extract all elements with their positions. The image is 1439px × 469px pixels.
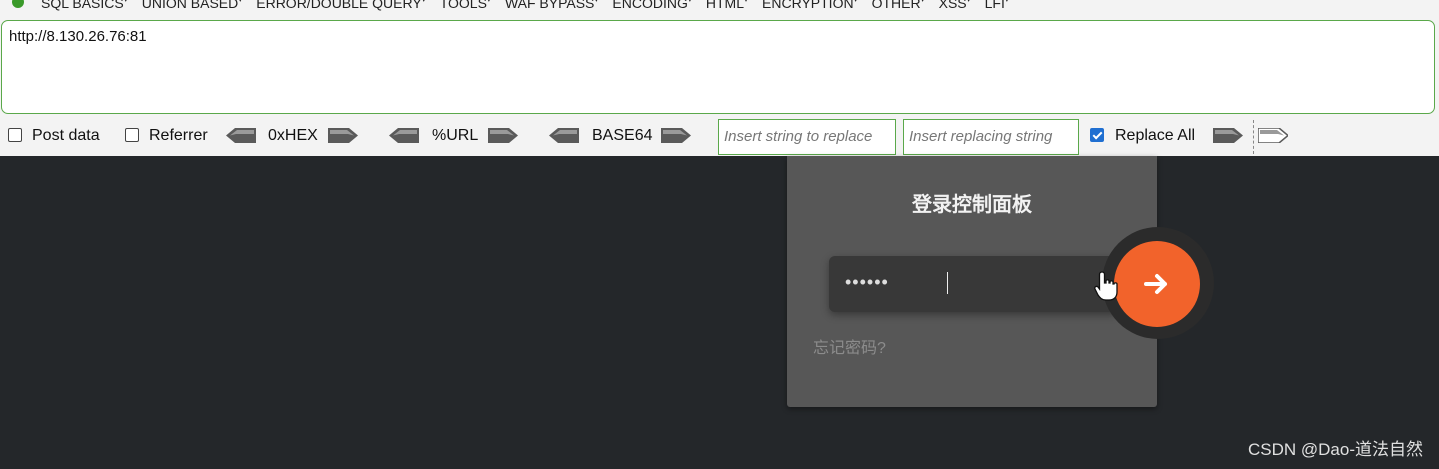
menu-encryption[interactable]: ENCRYPTION — [762, 0, 858, 11]
arrow-right-icon — [1144, 274, 1167, 294]
menu-tools[interactable]: TOOLS — [440, 0, 491, 11]
url-label: %URL — [432, 127, 479, 144]
login-submit-button[interactable] — [1114, 241, 1200, 327]
text-caret — [947, 272, 948, 294]
password-field[interactable]: •••••• — [829, 256, 1119, 312]
hex-decode-arrow-icon[interactable] — [226, 128, 256, 143]
url-value: http://8.130.26.76:81 — [9, 28, 147, 45]
forgot-password-link[interactable]: 忘记密码? — [813, 334, 886, 358]
url-encode-arrow-icon[interactable] — [488, 128, 518, 143]
base64-decode-arrow-icon[interactable] — [549, 128, 579, 143]
post-data-label: Post data — [32, 127, 100, 144]
replace-apply-arrow-icon[interactable] — [1213, 128, 1243, 143]
post-data-checkbox[interactable] — [8, 128, 22, 142]
menu-union-based[interactable]: UNION BASED — [142, 0, 242, 11]
replace-all-label: Replace All — [1115, 127, 1196, 144]
menu-lfi[interactable]: LFI — [985, 0, 1009, 11]
menu-encoding[interactable]: ENCODING — [612, 0, 691, 11]
replace-all-checkbox[interactable] — [1090, 128, 1104, 142]
menu-items: SQL BASICS UNION BASED ERROR/DOUBLE QUER… — [41, 0, 1009, 11]
referrer-label: Referrer — [149, 127, 208, 144]
menu-html[interactable]: HTML — [706, 0, 748, 11]
hackbar-toolbar: SQL BASICS UNION BASED ERROR/DOUBLE QUER… — [0, 0, 1439, 156]
csdn-watermark: CSDN @Dao-道法自然 — [1248, 440, 1423, 459]
password-value: •••••• — [845, 272, 889, 292]
base64-label: BASE64 — [592, 127, 653, 144]
menu-error-double-query[interactable]: ERROR/DOUBLE QUERY — [256, 0, 425, 11]
menu-waf-bypass[interactable]: WAF BYPASS — [505, 0, 598, 11]
url-decode-arrow-icon[interactable] — [389, 128, 419, 143]
hex-encode-arrow-icon[interactable] — [328, 128, 358, 143]
login-title: 登录控制面板 — [912, 194, 1032, 216]
hackbar-logo-icon — [12, 0, 24, 8]
url-textarea[interactable]: http://8.130.26.76:81 — [1, 20, 1435, 114]
referrer-checkbox[interactable] — [125, 128, 139, 142]
hackbar-menu: SQL BASICS UNION BASED ERROR/DOUBLE QUER… — [0, 0, 1439, 14]
options-bar: Post data Referrer 0xHEX %URL BASE64 Ins… — [0, 118, 1439, 156]
base64-encode-arrow-icon[interactable] — [661, 128, 691, 143]
menu-other[interactable]: OTHER — [872, 0, 925, 11]
menu-sql-basics[interactable]: SQL BASICS — [41, 0, 128, 11]
execute-arrow-icon[interactable] — [1258, 128, 1288, 143]
hex-label: 0xHEX — [268, 127, 318, 144]
replacing-string-input[interactable]: Insert replacing string — [903, 119, 1079, 155]
replace-string-input[interactable]: Insert string to replace — [718, 119, 896, 155]
hand-cursor-icon — [1094, 271, 1118, 301]
options-divider — [1253, 120, 1254, 154]
menu-xss[interactable]: XSS — [939, 0, 971, 11]
